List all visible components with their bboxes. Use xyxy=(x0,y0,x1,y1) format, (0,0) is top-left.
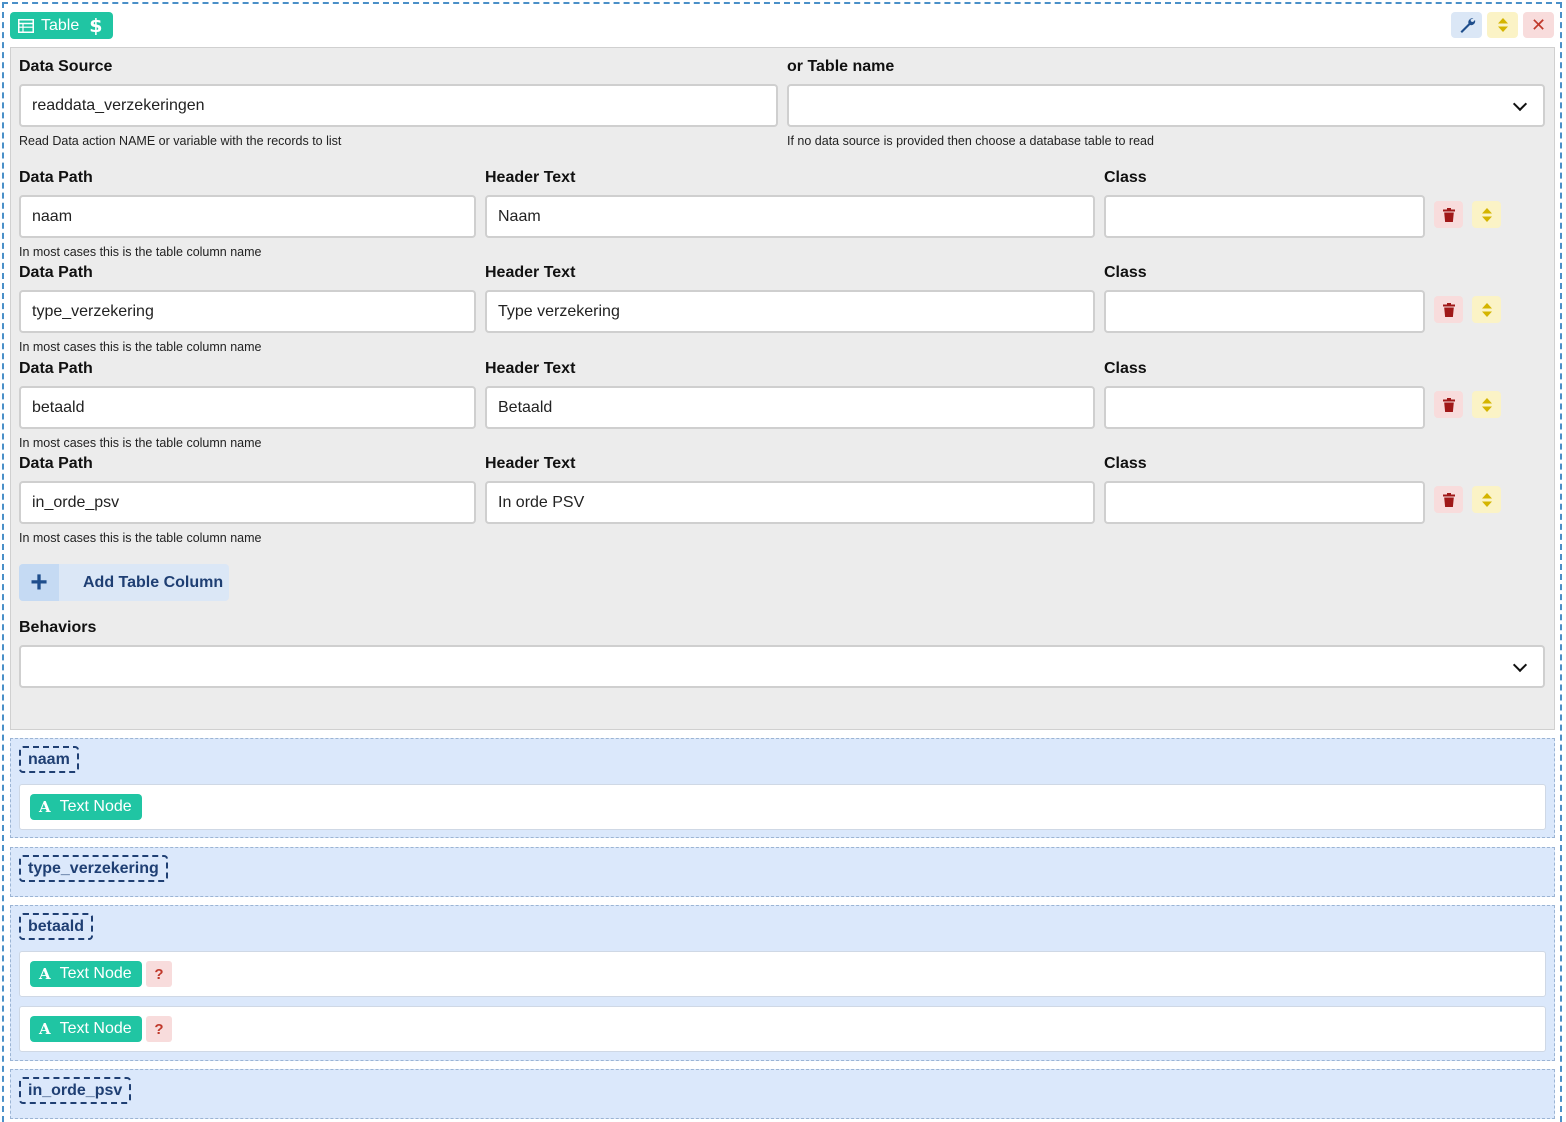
column-slot-in-orde-psv[interactable]: in_orde_psv xyxy=(10,1069,1555,1119)
settings-button[interactable] xyxy=(1451,12,1482,38)
header-text-label: Header Text xyxy=(485,455,576,472)
class-input[interactable] xyxy=(1104,290,1425,333)
table-name-label: or Table name xyxy=(787,58,895,75)
move-column-button[interactable] xyxy=(1472,486,1501,513)
sort-icon xyxy=(1497,18,1508,32)
table-component-label: Table xyxy=(41,16,80,34)
header-text-input[interactable]: In orde PSV xyxy=(485,481,1095,524)
warning-badge[interactable]: ? xyxy=(146,1016,172,1042)
chevron-down-icon xyxy=(1512,96,1528,111)
text-node-badge[interactable]: A Text Node xyxy=(30,1016,142,1042)
behaviors-select[interactable] xyxy=(19,645,1545,688)
plus-icon: + xyxy=(19,564,59,601)
data-path-input[interactable]: in_orde_psv xyxy=(19,481,476,524)
text-node-badge[interactable]: A Text Node xyxy=(30,794,142,820)
trash-icon xyxy=(1442,302,1455,317)
data-path-help: In most cases this is the table column n… xyxy=(19,436,262,450)
close-button[interactable]: ✕ xyxy=(1523,12,1554,38)
add-table-column-button[interactable]: + Add Table Column xyxy=(19,564,229,601)
sort-icon xyxy=(1481,397,1492,412)
chevron-down-icon xyxy=(1512,657,1528,672)
data-path-help: In most cases this is the table column n… xyxy=(19,245,262,259)
table-name-select[interactable] xyxy=(787,84,1545,127)
data-path-input[interactable]: betaald xyxy=(19,386,476,429)
text-node-label: Text Node xyxy=(59,798,132,815)
text-icon: A xyxy=(39,965,51,983)
trash-icon xyxy=(1442,397,1455,412)
data-path-help: In most cases this is the table column n… xyxy=(19,531,262,545)
slot-tag[interactable]: in_orde_psv xyxy=(19,1077,132,1104)
add-table-column-label: Add Table Column xyxy=(83,573,224,591)
delete-column-button[interactable] xyxy=(1434,486,1463,513)
header-text-label: Header Text xyxy=(485,360,576,377)
data-source-icon: $ xyxy=(89,14,103,37)
sort-icon xyxy=(1481,302,1492,317)
wrench-icon xyxy=(1460,18,1475,33)
data-source-input[interactable]: readdata_verzekeringen xyxy=(19,84,778,127)
header-text-input[interactable]: Naam xyxy=(485,195,1095,238)
slot-tag[interactable]: naam xyxy=(19,746,79,773)
table-component-badge[interactable]: Table $ xyxy=(10,12,113,39)
close-icon: ✕ xyxy=(1530,14,1547,35)
class-label: Class xyxy=(1104,264,1147,281)
header-text-label: Header Text xyxy=(485,169,576,186)
warning-badge[interactable]: ? xyxy=(146,961,172,987)
text-icon: A xyxy=(39,798,51,816)
data-path-label: Data Path xyxy=(19,169,93,186)
data-path-input[interactable]: naam xyxy=(19,195,476,238)
move-column-button[interactable] xyxy=(1472,391,1501,418)
header-text-input[interactable]: Betaald xyxy=(485,386,1095,429)
text-node-badge[interactable]: A Text Node xyxy=(30,961,142,987)
header-text-input[interactable]: Type verzekering xyxy=(485,290,1095,333)
data-source-help: Read Data action NAME or variable with t… xyxy=(19,134,342,148)
move-column-button[interactable] xyxy=(1472,296,1501,323)
move-button[interactable] xyxy=(1487,12,1518,38)
header-text-label: Header Text xyxy=(485,264,576,281)
sort-icon xyxy=(1481,207,1492,222)
slot-tag[interactable]: betaald xyxy=(19,913,94,940)
column-slot-type-verzekering[interactable]: type_verzekering xyxy=(10,847,1555,897)
behaviors-label: Behaviors xyxy=(19,619,97,636)
delete-column-button[interactable] xyxy=(1434,296,1463,323)
class-input[interactable] xyxy=(1104,481,1425,524)
node-row: A Text Node xyxy=(19,784,1546,830)
column-slot-betaald[interactable]: betaald A Text Node ? A Text Node ? xyxy=(10,905,1555,1061)
table-icon xyxy=(18,18,34,33)
slot-tag[interactable]: type_verzekering xyxy=(19,855,168,882)
move-column-button[interactable] xyxy=(1472,201,1501,228)
data-path-label: Data Path xyxy=(19,264,93,281)
class-input[interactable] xyxy=(1104,386,1425,429)
node-row: A Text Node ? xyxy=(19,951,1546,997)
class-label: Class xyxy=(1104,455,1147,472)
text-node-label: Text Node xyxy=(59,1020,132,1037)
data-path-input[interactable]: type_verzekering xyxy=(19,290,476,333)
delete-column-button[interactable] xyxy=(1434,201,1463,228)
data-path-label: Data Path xyxy=(19,360,93,377)
trash-icon xyxy=(1442,492,1455,507)
delete-column-button[interactable] xyxy=(1434,391,1463,418)
data-path-label: Data Path xyxy=(19,455,93,472)
data-source-label: Data Source xyxy=(19,58,113,75)
table-name-help: If no data source is provided then choos… xyxy=(787,134,1154,148)
sort-icon xyxy=(1481,492,1492,507)
column-slot-naam[interactable]: naam A Text Node xyxy=(10,738,1555,838)
node-row: A Text Node ? xyxy=(19,1006,1546,1052)
data-path-help: In most cases this is the table column n… xyxy=(19,340,262,354)
text-node-label: Text Node xyxy=(59,965,132,982)
class-input[interactable] xyxy=(1104,195,1425,238)
class-label: Class xyxy=(1104,360,1147,377)
trash-icon xyxy=(1442,207,1455,222)
class-label: Class xyxy=(1104,169,1147,186)
text-icon: A xyxy=(39,1020,51,1038)
